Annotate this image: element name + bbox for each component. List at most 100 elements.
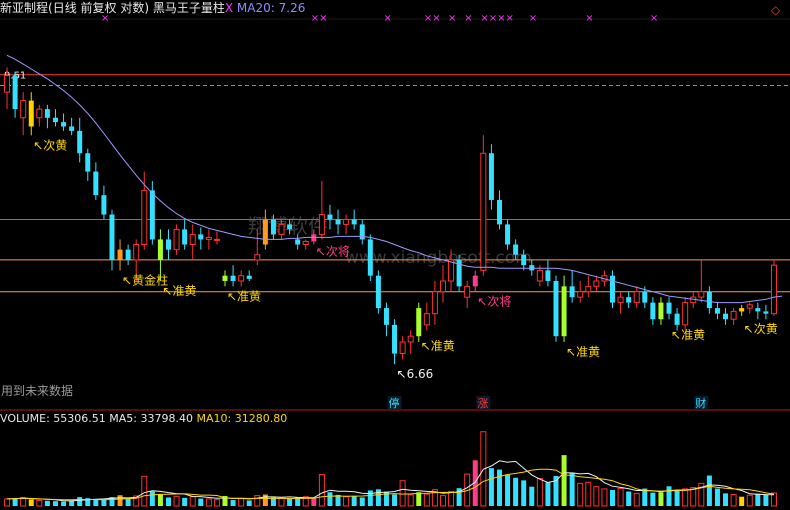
volume-bar [77,497,83,506]
candle-body [633,291,640,304]
volume-bar [125,498,131,506]
candle-body [399,341,406,355]
volume-bar [505,474,511,506]
volume-bar [392,494,398,506]
ma20-value: 7.26 [278,1,306,15]
candle-body [335,219,341,225]
signal-label: ↖准黄 [162,284,196,298]
signal-label: ↖次将 [316,244,350,258]
volume-bar [359,497,365,506]
candle-body [739,308,745,312]
volume-bar [521,480,527,506]
volume-bar [61,501,67,506]
candle-body [763,311,769,314]
candle-body [746,304,753,309]
candle-body [44,109,50,118]
candle-body [36,108,43,119]
volume-bar [367,490,373,506]
candle-body [723,313,729,320]
candle-body [52,117,58,123]
candle-body [513,244,519,255]
indicator-name[interactable]: 黑马王子量柱 [153,1,225,15]
candle-body [133,244,140,261]
volume-bar [739,496,745,506]
corner-mark: ◇ [771,3,781,17]
candle-body [254,254,261,261]
volume-bar [12,498,18,506]
volume-bar [723,493,729,506]
candle-body [262,219,268,245]
event-tag: 涨 [477,397,488,410]
candle-body [569,286,575,298]
candle-body [464,285,471,298]
candle-body [674,313,680,325]
candle-body [650,302,656,320]
candle-body [246,275,252,279]
candle-body [198,234,204,240]
candle-body [561,286,567,337]
candle-body [431,291,438,315]
candle-body [165,239,171,250]
candle-body [359,224,365,240]
volume-bar [666,486,672,506]
candle-body [658,302,664,320]
candle-body [182,229,188,245]
volume-bar [714,488,720,506]
candle-body [472,275,478,287]
candle-body [101,195,107,215]
candle-body [367,239,373,276]
candle-body [529,265,535,271]
candle-body [157,239,163,260]
candle-body [505,224,511,245]
volume-bar [351,495,357,506]
candle-body [4,75,11,93]
candle-body [392,324,398,354]
volume-bar [287,498,293,506]
stock-name[interactable]: 新亚制程 [0,1,48,15]
volume-bar [157,494,163,506]
candle-body [109,214,115,260]
candle-body [626,297,632,303]
candle-body [238,275,245,282]
candle-body [125,249,131,260]
candle-body [439,280,446,293]
event-tag: 财 [695,396,706,410]
volume-bar [246,500,252,506]
volume-bar [198,498,204,506]
candle-body [416,308,422,337]
volume-bar [149,491,155,506]
volume-header: VOLUME: 55306.51 MA5: 33798.40 MA10: 312… [0,412,287,426]
volume-bar [44,500,50,506]
volume-bar [165,497,171,506]
volume-bar [755,493,761,506]
top-marker: × [650,13,658,24]
volume-bar [496,469,502,506]
indicator-close-icon[interactable]: X [225,1,233,15]
candle-body [205,236,212,240]
candle-body [585,285,592,293]
candle-body [327,214,333,220]
stock-chart[interactable]: 翔博软件www.xiangbosoft.com 9.61 ↖次黄↖黄金柱↖准黄↖… [0,0,790,510]
chart-mode: (日线 前复权 对数) [48,1,150,15]
ma10-label: MA10: [196,412,232,425]
volume-bar [513,477,519,506]
candle-body [77,130,83,154]
candle-body [730,310,737,320]
candle-body [222,275,228,281]
ma5-label: MA5: [109,412,138,425]
candle-body [230,275,236,281]
candle-body [577,291,584,298]
candle-body [770,264,777,315]
signal-label: ↖次将 [477,295,511,309]
candle-body [480,152,487,271]
volume-bar [561,455,567,506]
volume-bar [101,499,107,506]
top-marker: ×× [424,13,441,24]
top-marker: ×××× [480,13,514,24]
candle-body [12,75,18,110]
volume-value: 55306.51 [53,412,106,425]
candle-body [706,291,712,309]
signal-label: ↖6.66 [397,367,434,381]
candle-body [423,313,430,326]
candle-body [755,308,761,312]
